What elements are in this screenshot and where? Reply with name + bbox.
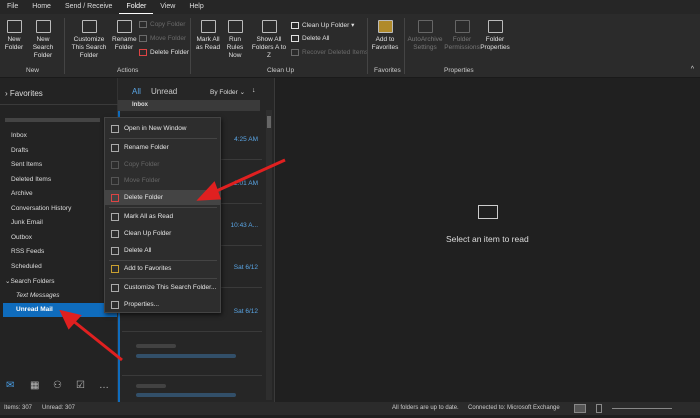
status-bar: Items: 307 Unread: 307 All folders are u…: [0, 402, 700, 415]
arrow-to-unread-mail: [71, 318, 123, 362]
annotation-arrows: [59, 158, 286, 362]
arrow-to-delete-folder: [211, 158, 286, 195]
reading-view-icon[interactable]: [596, 404, 602, 413]
unread-count: Unread: 307: [42, 405, 76, 411]
connection-status: Connected to: Microsoft Exchange: [468, 405, 560, 411]
normal-view-icon[interactable]: [574, 404, 586, 413]
arrowhead: [196, 181, 222, 201]
sync-status: All folders are up to date.: [392, 405, 459, 411]
zoom-slider[interactable]: [612, 408, 672, 409]
items-count: Items: 307: [4, 405, 33, 411]
